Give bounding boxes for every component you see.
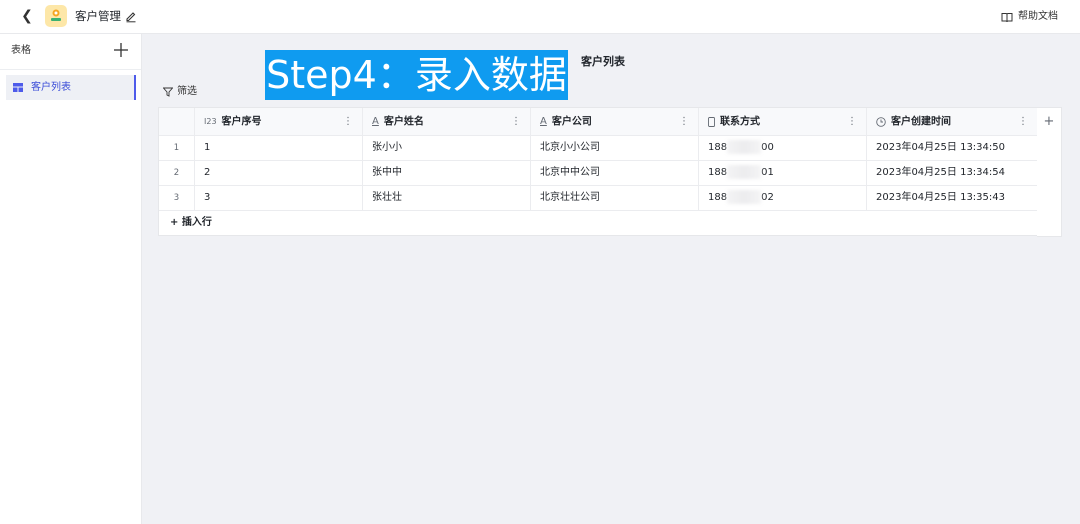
- sidebar: 表格 客户列表: [0, 34, 142, 524]
- column-label: 联系方式: [720, 116, 760, 128]
- data-table: I23 客户序号 ⋮ A 客户姓名 ⋮ A 客户公司 ⋮ 联系方式 ⋮ 客户创建时间 …: [158, 107, 1038, 236]
- insert-row-button[interactable]: + 插入行: [159, 211, 1037, 235]
- row-number: 2: [159, 161, 195, 185]
- sidebar-item-customer-list[interactable]: 客户列表: [6, 75, 136, 100]
- table-title: 客户列表: [581, 55, 625, 68]
- phone-field-icon: [708, 108, 715, 135]
- cell-seq[interactable]: 1: [195, 136, 363, 160]
- column-label: 客户序号: [221, 116, 262, 128]
- column-header-phone[interactable]: 联系方式 ⋮: [699, 108, 867, 135]
- column-more-icon[interactable]: ⋮: [511, 108, 521, 135]
- column-more-icon[interactable]: ⋮: [679, 108, 689, 135]
- edit-icon[interactable]: [124, 9, 138, 23]
- phone-blur-mask: [727, 165, 762, 179]
- cell-name[interactable]: 张壮壮: [363, 186, 531, 210]
- number-field-icon: I23: [204, 117, 217, 126]
- table-row[interactable]: 1 1 张小小 北京小小公司 188 00 2023年04月25日 13:34:5…: [159, 136, 1037, 161]
- sidebar-item-label: 客户列表: [31, 82, 71, 93]
- row-number: 3: [159, 186, 195, 210]
- row-number: 1: [159, 136, 195, 160]
- cell-name[interactable]: 张中中: [363, 161, 531, 185]
- phone-blur-mask: [727, 140, 762, 154]
- column-more-icon[interactable]: ⋮: [847, 108, 857, 135]
- filter-button[interactable]: 筛选: [163, 84, 197, 100]
- clock-icon: [876, 108, 886, 135]
- sidebar-title: 表格: [11, 45, 31, 56]
- add-column-button[interactable]: +: [1037, 107, 1062, 237]
- phone-prefix: 188: [708, 142, 728, 153]
- table-header-row: I23 客户序号 ⋮ A 客户姓名 ⋮ A 客户公司 ⋮ 联系方式 ⋮ 客户创建时间 …: [159, 108, 1037, 136]
- cell-phone[interactable]: 188 00: [699, 136, 867, 160]
- table-row[interactable]: 2 2 张中中 北京中中公司 188 01 2023年04月25日 13:34:5…: [159, 161, 1037, 186]
- app-title: 客户管理: [75, 9, 121, 23]
- filter-icon: [163, 87, 173, 97]
- cell-phone[interactable]: 188 01: [699, 161, 867, 185]
- app-logo: [45, 5, 67, 27]
- help-docs-link[interactable]: 帮助文档: [1001, 9, 1058, 25]
- column-header-created[interactable]: 客户创建时间 ⋮: [867, 108, 1037, 135]
- top-bar: ❮ 客户管理 帮助文档: [0, 0, 1080, 34]
- column-header-seq[interactable]: I23 客户序号 ⋮: [195, 108, 363, 135]
- row-number-header: [159, 108, 195, 135]
- phone-suffix: 02: [761, 192, 774, 203]
- column-label: 客户公司: [551, 116, 592, 128]
- column-label: 客户创建时间: [891, 116, 951, 128]
- table-row[interactable]: 3 3 张壮壮 北京壮壮公司 188 02 2023年04月25日 13:35:4…: [159, 186, 1037, 211]
- phone-prefix: 188: [708, 167, 728, 178]
- cell-seq[interactable]: 2: [195, 161, 363, 185]
- phone-prefix: 188: [708, 192, 728, 203]
- step-banner: Step4：录入数据: [265, 50, 568, 100]
- cell-company[interactable]: 北京壮壮公司: [531, 186, 699, 210]
- book-icon: [1001, 12, 1013, 22]
- cell-company[interactable]: 北京小小公司: [531, 136, 699, 160]
- text-field-icon: A: [372, 116, 379, 127]
- column-more-icon[interactable]: ⋮: [1018, 108, 1028, 135]
- cell-created[interactable]: 2023年04月25日 13:35:43: [867, 186, 1037, 210]
- cell-created[interactable]: 2023年04月25日 13:34:50: [867, 136, 1037, 160]
- sidebar-header: 表格: [0, 34, 141, 70]
- cell-seq[interactable]: 3: [195, 186, 363, 210]
- column-label: 客户姓名: [383, 116, 424, 128]
- text-field-icon: A: [540, 116, 547, 127]
- column-more-icon[interactable]: ⋮: [343, 108, 353, 135]
- phone-suffix: 00: [761, 142, 774, 153]
- cell-created[interactable]: 2023年04月25日 13:34:54: [867, 161, 1037, 185]
- add-table-icon[interactable]: [111, 40, 131, 60]
- cell-phone[interactable]: 188 02: [699, 186, 867, 210]
- column-header-company[interactable]: A 客户公司 ⋮: [531, 108, 699, 135]
- back-icon[interactable]: ❮: [18, 6, 36, 26]
- phone-suffix: 01: [761, 167, 774, 178]
- column-header-name[interactable]: A 客户姓名 ⋮: [363, 108, 531, 135]
- table-icon: [13, 83, 23, 92]
- cell-name[interactable]: 张小小: [363, 136, 531, 160]
- help-docs-label: 帮助文档: [1018, 11, 1058, 22]
- phone-blur-mask: [727, 190, 762, 204]
- filter-label: 筛选: [177, 86, 197, 97]
- cell-company[interactable]: 北京中中公司: [531, 161, 699, 185]
